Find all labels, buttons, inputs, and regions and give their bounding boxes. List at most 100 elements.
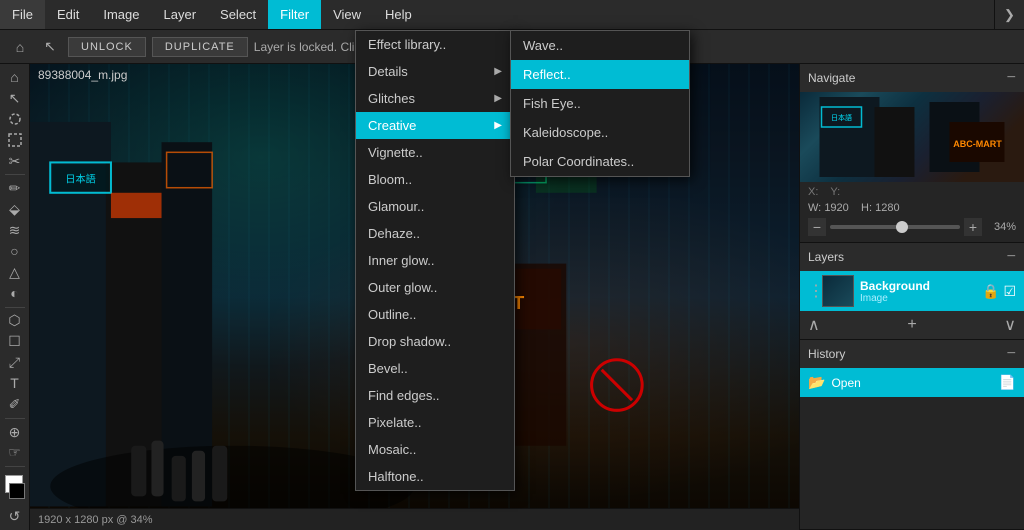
menu-view[interactable]: View bbox=[321, 0, 373, 29]
shape-tool[interactable]: ⬡ bbox=[3, 311, 27, 330]
expand-icon[interactable]: ❯ bbox=[994, 0, 1024, 29]
clone-tool[interactable]: ≋ bbox=[3, 221, 27, 240]
h-label: H: bbox=[861, 202, 872, 214]
zoom-slider[interactable] bbox=[830, 225, 960, 229]
w-label: W: bbox=[808, 202, 821, 214]
layers-collapse[interactable]: − bbox=[1007, 249, 1016, 265]
filter-details-arrow: ▶ bbox=[494, 66, 502, 77]
filter-creative[interactable]: Creative ▶ bbox=[356, 112, 514, 139]
filter-glitches-arrow: ▶ bbox=[494, 93, 502, 104]
creative-wave[interactable]: Wave.. bbox=[511, 31, 689, 60]
layer-move-down-icon[interactable]: ∨ bbox=[1004, 315, 1016, 335]
pointer-tool[interactable]: ↖ bbox=[38, 35, 62, 59]
home-tool[interactable]: ⌂ bbox=[8, 35, 32, 59]
layer-menu-icon[interactable]: ⋮ bbox=[808, 281, 816, 301]
text-tool[interactable]: T bbox=[3, 374, 27, 393]
menu-image[interactable]: Image bbox=[91, 0, 151, 29]
filter-menu-overlay: Effect library.. Details ▶ Glitches ▶ Cr… bbox=[355, 30, 515, 491]
filter-glamour[interactable]: Glamour.. bbox=[356, 193, 514, 220]
layer-actions: ∧ + ∨ bbox=[800, 311, 1024, 339]
color-swatches bbox=[3, 475, 27, 497]
filter-inner-glow[interactable]: Inner glow.. bbox=[356, 247, 514, 274]
heal-tool[interactable]: ○ bbox=[3, 242, 27, 261]
history-open-label: Open bbox=[831, 376, 992, 390]
eraser-tool[interactable]: ⬙ bbox=[3, 200, 27, 219]
creative-dropdown: Wave.. Reflect.. Fish Eye.. Kaleidoscope… bbox=[510, 30, 690, 177]
filter-vignette[interactable]: Vignette.. bbox=[356, 139, 514, 166]
layer-controls: 🔒 ☑ bbox=[982, 283, 1016, 300]
navigate-section: Navigate − 日本語 ABC-MART X: bbox=[800, 64, 1024, 243]
layer-lock-icon[interactable]: 🔒 bbox=[982, 283, 999, 300]
filter-details[interactable]: Details ▶ bbox=[356, 58, 514, 85]
w-value: 1920 bbox=[824, 202, 848, 214]
filter-bloom[interactable]: Bloom.. bbox=[356, 166, 514, 193]
filter-bevel[interactable]: Bevel.. bbox=[356, 355, 514, 382]
nav-zoom-row: − + 34% bbox=[800, 216, 1024, 242]
y-label: Y: bbox=[830, 186, 840, 198]
select-tool[interactable]: ↖ bbox=[3, 89, 27, 108]
move-tool[interactable]: ⌂ bbox=[3, 68, 27, 87]
filter-creative-arrow: ▶ bbox=[494, 120, 502, 131]
right-panel: Navigate − 日本語 ABC-MART X: bbox=[799, 64, 1024, 530]
navigate-header: Navigate − bbox=[800, 64, 1024, 92]
layer-visible-icon[interactable]: ☑ bbox=[1003, 283, 1016, 300]
layer-item-background[interactable]: ⋮ Background Image 🔒 ☑ bbox=[800, 271, 1024, 311]
layers-section: Layers − ⋮ Background Image 🔒 ☑ ∧ + ∨ bbox=[800, 243, 1024, 340]
history-item-open[interactable]: 📂 Open 📄 bbox=[800, 368, 1024, 397]
menu-layer[interactable]: Layer bbox=[152, 0, 209, 29]
unlock-button[interactable]: UNLOCK bbox=[68, 37, 146, 57]
zoom-out-button[interactable]: − bbox=[808, 218, 826, 236]
background-color[interactable] bbox=[9, 483, 25, 499]
crop-tool[interactable]: ✂ bbox=[3, 152, 27, 171]
smudge-tool[interactable]: △ bbox=[3, 263, 27, 282]
filter-outline[interactable]: Outline.. bbox=[356, 301, 514, 328]
canvas-status: 1920 x 1280 px @ 34% bbox=[30, 508, 799, 530]
filter-mosaic[interactable]: Mosaic.. bbox=[356, 436, 514, 463]
layer-type: Image bbox=[860, 293, 976, 304]
h-value: 1280 bbox=[875, 202, 899, 214]
zoom-tool[interactable]: ⊕ bbox=[3, 423, 27, 442]
canvas-filename: 89388004_m.jpg bbox=[38, 68, 127, 82]
layer-add-icon[interactable]: + bbox=[907, 316, 916, 334]
menubar: File Edit Image Layer Select Filter View… bbox=[0, 0, 1024, 30]
hand-tool[interactable]: ☞ bbox=[3, 443, 27, 462]
menu-help[interactable]: Help bbox=[373, 0, 424, 29]
navigate-collapse[interactable]: − bbox=[1007, 70, 1016, 86]
filter-halftone[interactable]: Halftone.. bbox=[356, 463, 514, 490]
filter-drop-shadow[interactable]: Drop shadow.. bbox=[356, 328, 514, 355]
filter-glitches[interactable]: Glitches ▶ bbox=[356, 85, 514, 112]
zoom-in-button[interactable]: + bbox=[964, 218, 982, 236]
menu-file[interactable]: File bbox=[0, 0, 45, 29]
rect-tool[interactable]: ☐ bbox=[3, 332, 27, 351]
filter-pixelate[interactable]: Pixelate.. bbox=[356, 409, 514, 436]
rotate-tool[interactable]: ↺ bbox=[3, 507, 27, 526]
menu-edit[interactable]: Edit bbox=[45, 0, 91, 29]
dodge-tool[interactable]: ◐ bbox=[3, 284, 27, 303]
creative-fish-eye[interactable]: Fish Eye.. bbox=[511, 89, 689, 118]
history-open-icon: 📂 bbox=[808, 374, 825, 391]
history-collapse[interactable]: − bbox=[1007, 346, 1016, 362]
filter-effect-library[interactable]: Effect library.. bbox=[356, 31, 514, 58]
pen-tool[interactable]: ✐ bbox=[3, 395, 27, 414]
filter-find-edges[interactable]: Find edges.. bbox=[356, 382, 514, 409]
navigate-preview: 日本語 ABC-MART bbox=[800, 92, 1024, 182]
layer-move-up-icon[interactable]: ∧ bbox=[808, 315, 820, 335]
nav-dims: W: 1920 H: 1280 bbox=[800, 202, 1024, 216]
filter-dehaze[interactable]: Dehaze.. bbox=[356, 220, 514, 247]
menu-select[interactable]: Select bbox=[208, 0, 268, 29]
lasso-tool[interactable] bbox=[3, 110, 27, 129]
creative-reflect[interactable]: Reflect.. bbox=[511, 60, 689, 89]
layer-info: Background Image bbox=[860, 279, 976, 304]
rect-select-tool[interactable] bbox=[3, 131, 27, 150]
brush-tool[interactable]: ✏ bbox=[3, 179, 27, 198]
creative-polar-coordinates[interactable]: Polar Coordinates.. bbox=[511, 147, 689, 176]
transform-tool[interactable]: ⤢ bbox=[3, 353, 27, 372]
layer-name: Background bbox=[860, 279, 976, 293]
duplicate-button[interactable]: DUPLICATE bbox=[152, 37, 248, 57]
filter-outer-glow[interactable]: Outer glow.. bbox=[356, 274, 514, 301]
creative-kaleidoscope[interactable]: Kaleidoscope.. bbox=[511, 118, 689, 147]
zoom-value: 34% bbox=[986, 221, 1016, 233]
menu-filter[interactable]: Filter bbox=[268, 0, 321, 29]
filter-creative-label: Creative bbox=[368, 118, 416, 133]
creative-menu-overlay: Wave.. Reflect.. Fish Eye.. Kaleidoscope… bbox=[510, 30, 690, 177]
